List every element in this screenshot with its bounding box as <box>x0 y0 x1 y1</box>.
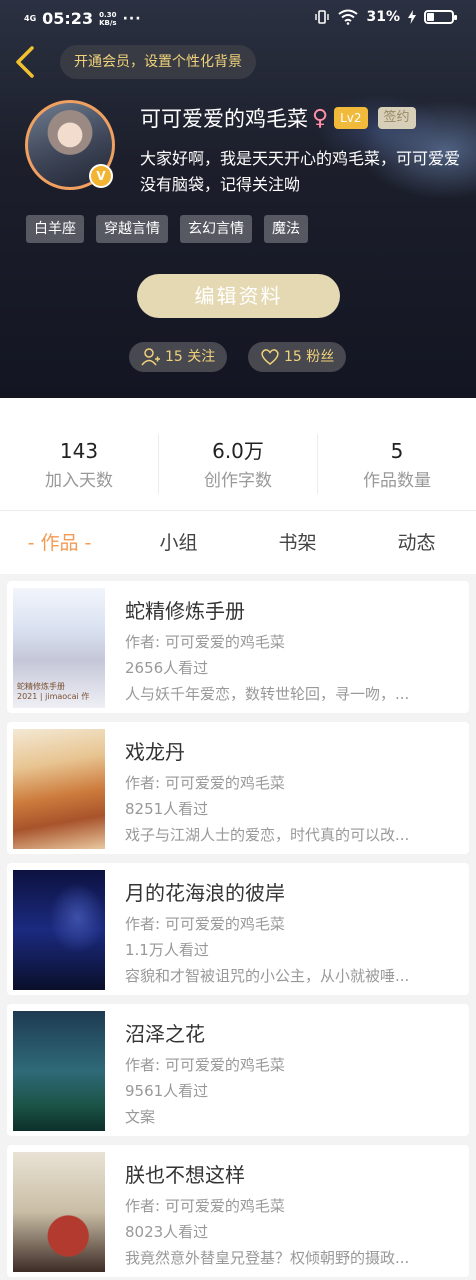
book-title: 沼泽之花 <box>125 1022 205 1046</box>
chevron-left-icon <box>16 46 34 78</box>
book-description: 文案 <box>125 1108 156 1126</box>
book-reads: 8023人看过 <box>125 1223 209 1241</box>
book-reads: 8251人看过 <box>125 800 209 818</box>
book-author: 作者: 可可爱爱的鸡毛菜 <box>125 774 285 792</box>
book-reads: 9561人看过 <box>125 1082 209 1100</box>
tab-works[interactable]: - 作品 - <box>0 511 119 575</box>
stat-word-count: 6.0万 创作字数 <box>204 439 272 491</box>
profile-tabs: - 作品 - 小组 书架 动态 <box>0 510 476 574</box>
book-card[interactable]: 戏龙丹 作者: 可可爱爱的鸡毛菜 8251人看过 戏子与江湖人士的爱恋，时代真的… <box>7 722 469 854</box>
tag: 魔法 <box>264 215 308 243</box>
vip-background-prompt[interactable]: 开通会员，设置个性化背景 <box>60 45 256 79</box>
book-author: 作者: 可可爱爱的鸡毛菜 <box>125 633 285 651</box>
add-user-icon <box>141 348 160 366</box>
signed-badge: 签约 <box>377 107 416 129</box>
tag: 玄幻言情 <box>180 215 252 243</box>
following-button[interactable]: 15 关注 <box>129 342 228 372</box>
book-description: 我竟然意外替皇兄登基？权倾朝野的摄政... <box>125 1249 410 1267</box>
book-cover <box>13 1152 105 1272</box>
status-bar: 4G 05:23 0.30 KB/s ··· 31% <box>0 0 476 38</box>
book-author: 作者: 可可爱爱的鸡毛菜 <box>125 915 285 933</box>
book-card[interactable]: 沼泽之花 作者: 可可爱爱的鸡毛菜 9561人看过 文案 <box>7 1004 469 1136</box>
level-badge: Lv2 <box>334 107 368 129</box>
book-title: 戏龙丹 <box>125 740 185 764</box>
book-description: 容貌和才智被诅咒的小公主，从小就被唾... <box>125 967 410 985</box>
fans-count: 15 粉丝 <box>284 349 335 365</box>
book-cover <box>13 1011 105 1131</box>
stat-join-days: 143 加入天数 <box>45 439 113 491</box>
tab-bookshelf[interactable]: 书架 <box>238 511 357 575</box>
avatar[interactable]: V <box>25 100 115 190</box>
stat-work-count: 5 作品数量 <box>363 439 431 491</box>
name-row: 可可爱爱的鸡毛菜 ♀ Lv2 签约 <box>140 103 416 133</box>
clock: 05:23 <box>42 9 94 28</box>
book-reads: 1.1万人看过 <box>125 941 209 959</box>
following-count: 15 关注 <box>165 349 216 365</box>
tag-list: 白羊座 穿越言情 玄幻言情 魔法 <box>26 215 308 243</box>
edit-profile-button[interactable]: 编辑资料 <box>137 274 340 318</box>
tab-activity[interactable]: 动态 <box>357 511 476 575</box>
wifi-icon <box>338 9 359 25</box>
book-author: 作者: 可可爱爱的鸡毛菜 <box>125 1197 285 1215</box>
book-card[interactable]: 朕也不想这样 作者: 可可爱爱的鸡毛菜 8023人看过 我竟然意外替皇兄登基？权… <box>7 1145 469 1277</box>
book-cover: 蛇精修炼手册 2021 | jimaocai 作 <box>13 588 105 708</box>
username: 可可爱爱的鸡毛菜 <box>140 107 308 131</box>
female-icon: ♀ <box>312 105 329 131</box>
book-cover <box>13 729 105 849</box>
battery-level <box>427 13 434 21</box>
book-title: 蛇精修炼手册 <box>125 599 245 623</box>
book-cover <box>13 870 105 990</box>
battery-percent: 31% <box>366 9 400 25</box>
book-title: 月的花海浪的彼岸 <box>125 881 285 905</box>
stats-bar: 143 加入天数 6.0万 创作字数 5 作品数量 <box>0 398 476 510</box>
book-description: 戏子与江湖人士的爱恋，时代真的可以改... <box>125 826 410 844</box>
book-card[interactable]: 月的花海浪的彼岸 作者: 可可爱爱的鸡毛菜 1.1万人看过 容貌和才智被诅咒的小… <box>7 863 469 995</box>
profile-header: 4G 05:23 0.30 KB/s ··· 31% 开通会员，设置个性化背景 … <box>0 0 476 398</box>
back-button[interactable] <box>10 44 40 80</box>
verified-badge: V <box>89 164 113 188</box>
vibrate-icon <box>315 10 330 24</box>
network-indicator: 4G <box>24 13 37 23</box>
charging-icon <box>408 10 416 24</box>
tag: 白羊座 <box>26 215 84 243</box>
heart-icon <box>261 349 279 365</box>
book-title: 朕也不想这样 <box>125 1163 245 1187</box>
bio: 大家好啊，我是天天开心的鸡毛菜，可可爱爱没有脑袋，记得关注呦 <box>140 149 461 194</box>
more-notifications-icon: ··· <box>122 10 142 27</box>
book-reads: 2656人看过 <box>125 659 209 677</box>
tab-groups[interactable]: 小组 <box>119 511 238 575</box>
fans-button[interactable]: 15 粉丝 <box>248 342 347 372</box>
book-description: 人与妖千年爱恋，数转世轮回，寻一吻，... <box>125 685 410 703</box>
network-speed: 0.30 KB/s <box>99 10 117 27</box>
battery-icon <box>424 10 457 24</box>
book-card[interactable]: 蛇精修炼手册 2021 | jimaocai 作 蛇精修炼手册 作者: 可可爱爱… <box>7 581 469 713</box>
book-author: 作者: 可可爱爱的鸡毛菜 <box>125 1056 285 1074</box>
tag: 穿越言情 <box>96 215 168 243</box>
